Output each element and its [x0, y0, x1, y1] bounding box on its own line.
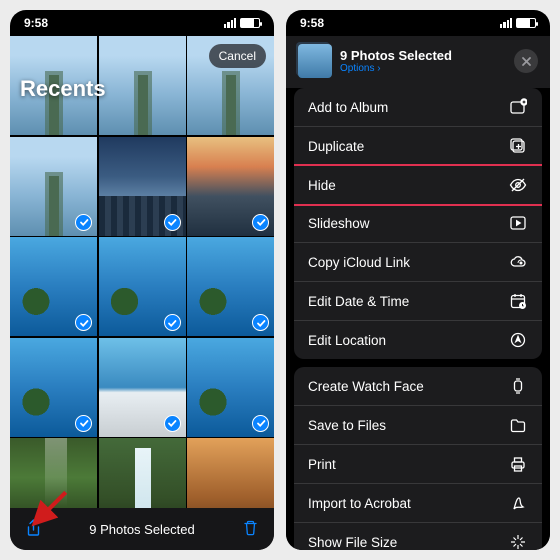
selected-check-icon [252, 214, 269, 231]
cancel-button[interactable]: Cancel [209, 44, 266, 68]
photo-thumb[interactable] [99, 338, 186, 437]
folder-icon [508, 415, 528, 435]
photo-thumb[interactable] [10, 237, 97, 336]
photo-thumb[interactable] [99, 36, 186, 135]
album-title: Recents [20, 76, 106, 102]
action-show-file-size[interactable]: Show File Size [294, 523, 542, 550]
action-print[interactable]: Print [294, 445, 542, 484]
action-hide[interactable]: Hide [294, 164, 542, 206]
action-slideshow[interactable]: Slideshow [294, 204, 542, 243]
trash-button[interactable] [241, 518, 260, 540]
duplicate-icon [508, 136, 528, 156]
selection-count: 9 Photos Selected [89, 522, 195, 537]
sheet-body[interactable]: Add to Album Duplicate Hide Slideshow Copy i… [286, 88, 550, 550]
photo-grid[interactable] [10, 36, 274, 508]
action-group-2: Create Watch Face Save to Files Print Impor… [294, 367, 542, 550]
action-label: Edit Date & Time [308, 294, 409, 309]
selected-check-icon [164, 214, 181, 231]
photo-thumb[interactable] [10, 338, 97, 437]
watch-icon [508, 376, 528, 396]
photo-thumb[interactable] [99, 438, 186, 508]
options-link[interactable]: Options › [340, 63, 452, 74]
action-label: Save to Files [308, 418, 386, 433]
photo-thumb[interactable] [187, 237, 274, 336]
action-label: Import to Acrobat [308, 496, 411, 511]
action-edit-location[interactable]: Edit Location [294, 321, 542, 359]
action-label: Duplicate [308, 139, 364, 154]
selected-check-icon [252, 415, 269, 432]
acrobat-icon [508, 493, 528, 513]
calendar-icon [508, 291, 528, 311]
action-label: Hide [308, 178, 336, 193]
status-bar: 9:58 [10, 10, 274, 36]
action-label: Copy iCloud Link [308, 255, 410, 270]
play-icon [508, 213, 528, 233]
status-time: 9:58 [300, 16, 324, 30]
photo-thumb[interactable] [99, 137, 186, 236]
action-label: Show File Size [308, 535, 397, 550]
battery-icon [240, 18, 260, 28]
sheet-title: 9 Photos Selected [340, 48, 452, 63]
selected-check-icon [164, 415, 181, 432]
photo-thumb[interactable] [10, 137, 97, 236]
share-sheet-screen: 9:58 9 Photos Selected Options › Add to … [286, 10, 550, 550]
photo-thumb[interactable] [187, 438, 274, 508]
action-duplicate[interactable]: Duplicate [294, 127, 542, 166]
status-time: 9:58 [24, 16, 48, 30]
callout-arrow [30, 486, 72, 528]
action-label: Add to Album [308, 100, 388, 115]
photo-thumb[interactable] [187, 338, 274, 437]
sparkle-icon [508, 532, 528, 550]
photo-thumb[interactable] [187, 137, 274, 236]
hide-icon [508, 175, 528, 195]
action-group-1: Add to Album Duplicate Hide Slideshow Copy i… [294, 88, 542, 359]
photo-thumb[interactable] [99, 237, 186, 336]
selected-check-icon [75, 415, 92, 432]
selected-check-icon [252, 314, 269, 331]
sheet-thumbnail [298, 44, 332, 78]
close-button[interactable] [514, 49, 538, 73]
action-label: Edit Location [308, 333, 386, 348]
action-label: Create Watch Face [308, 379, 424, 394]
action-save-to-files[interactable]: Save to Files [294, 406, 542, 445]
selected-check-icon [164, 314, 181, 331]
printer-icon [508, 454, 528, 474]
album-icon [508, 97, 528, 117]
signal-icon [224, 18, 236, 28]
action-label: Print [308, 457, 336, 472]
signal-icon [500, 18, 512, 28]
action-create-watch-face[interactable]: Create Watch Face [294, 367, 542, 406]
status-bar: 9:58 [286, 10, 550, 36]
action-add-to-album[interactable]: Add to Album [294, 88, 542, 127]
action-import-to-acrobat[interactable]: Import to Acrobat [294, 484, 542, 523]
location-icon [508, 330, 528, 350]
photos-grid-screen: 9:58 Cancel Recents 9 Photos Selected [10, 10, 274, 550]
action-label: Slideshow [308, 216, 370, 231]
battery-icon [516, 18, 536, 28]
action-copy-icloud-link[interactable]: Copy iCloud Link [294, 243, 542, 282]
action-edit-date-time[interactable]: Edit Date & Time [294, 282, 542, 321]
sheet-header: 9 Photos Selected Options › [286, 36, 550, 88]
cloud-icon [508, 252, 528, 272]
selected-check-icon [75, 314, 92, 331]
selected-check-icon [75, 214, 92, 231]
